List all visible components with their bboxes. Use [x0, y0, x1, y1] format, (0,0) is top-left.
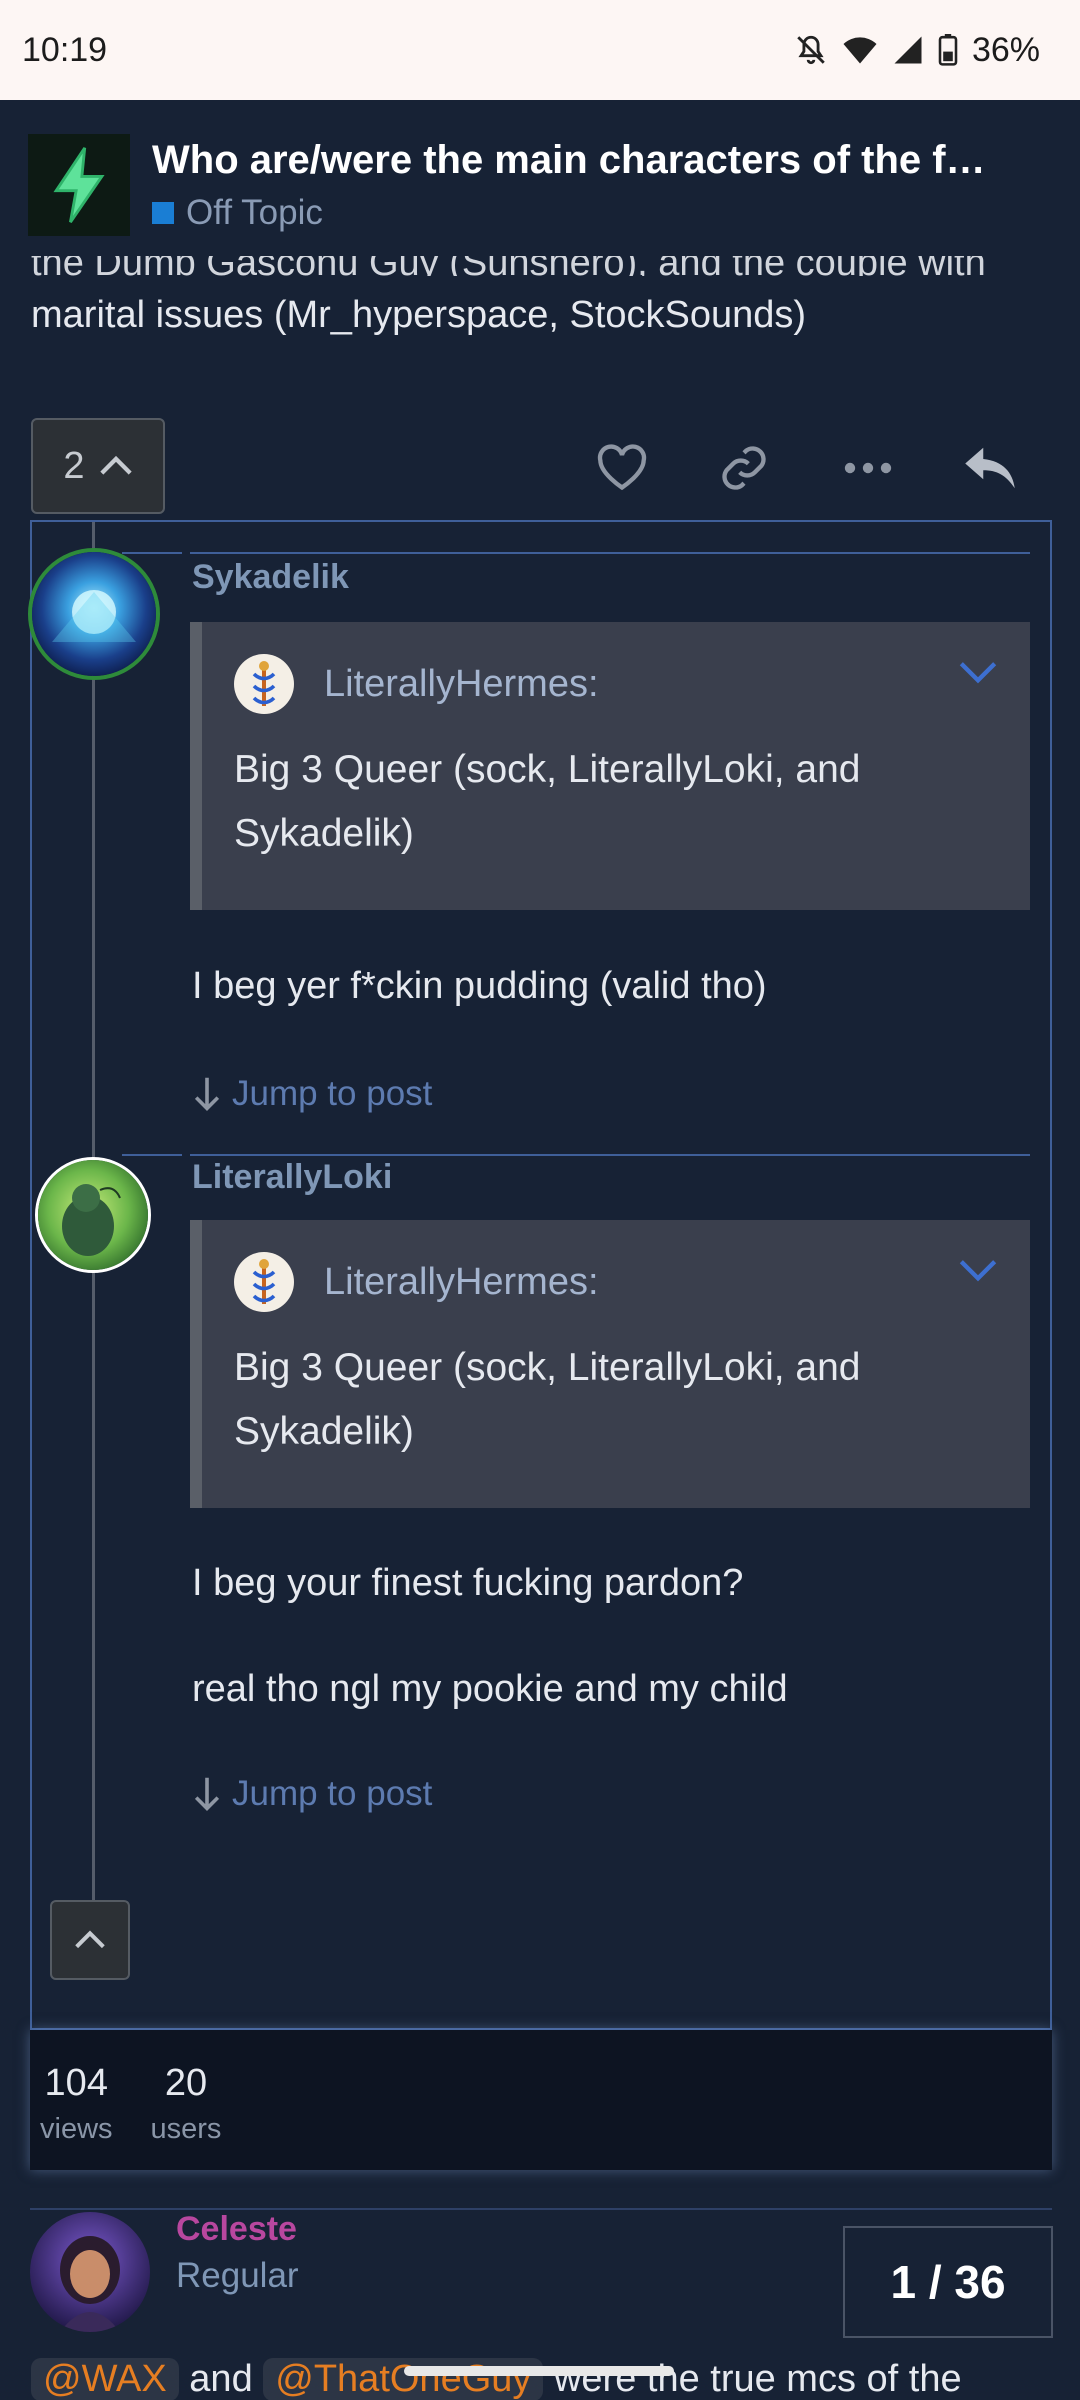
chevron-down-icon[interactable] — [958, 660, 998, 689]
caduceus-icon — [252, 661, 276, 706]
battery-percent: 36% — [971, 30, 1040, 69]
topic-info: Who are/were the main characters of the … — [152, 138, 1052, 233]
views-label: views — [40, 2113, 113, 2145]
category-color-square — [152, 201, 174, 224]
notifications-muted-icon — [794, 33, 828, 67]
jump-to-post-link[interactable]: Jump to post — [192, 1074, 432, 1114]
post-actions: 2 — [0, 418, 1080, 518]
chevron-down-icon[interactable] — [958, 1258, 998, 1287]
chevron-up-icon — [99, 455, 132, 475]
link-icon[interactable] — [716, 440, 772, 496]
arrow-down-icon — [194, 1777, 220, 1811]
user-title: Regular — [176, 2256, 299, 2295]
reply-paragraph: I beg yer f*ckin pudding (valid tho) — [192, 965, 767, 1007]
quote-username[interactable]: LiterallyHermes: — [324, 663, 599, 706]
quote-username[interactable]: LiterallyHermes: — [324, 1261, 599, 1304]
reply-paragraph: I beg your finest fucking pardon? — [192, 1562, 744, 1604]
topic-stats: 104 views 20 users — [30, 2030, 1052, 2170]
users-stat: 20 users — [151, 2062, 222, 2170]
jump-to-post-label: Jump to post — [232, 1774, 433, 1813]
avatar[interactable] — [35, 1157, 151, 1273]
quote-block: LiterallyHermes: Big 3 Queer (sock, Lite… — [190, 1220, 1030, 1508]
more-icon[interactable] — [840, 440, 896, 496]
collapse-replies-button[interactable] — [50, 1900, 130, 1980]
jump-to-post-label: Jump to post — [232, 1074, 433, 1113]
quote-avatar[interactable] — [234, 1252, 294, 1312]
users-label: users — [150, 2113, 222, 2145]
reply-username[interactable]: Sykadelik — [192, 558, 349, 597]
avatar[interactable] — [30, 2212, 150, 2332]
reply-divider-left — [122, 1154, 182, 1156]
quote-header: LiterallyHermes: — [202, 622, 1030, 714]
category-name: Off Topic — [186, 192, 323, 232]
post-username[interactable]: Celeste — [176, 2210, 297, 2249]
quote-avatar[interactable] — [234, 654, 294, 714]
status-icons: 36% — [794, 31, 1040, 70]
reply-username[interactable]: LiterallyLoki — [192, 1158, 392, 1197]
heart-icon[interactable] — [594, 440, 650, 496]
arrow-down-icon — [194, 1077, 220, 1111]
status-time: 10:19 — [22, 30, 108, 69]
chevron-up-icon — [75, 1930, 105, 1949]
caduceus-icon — [252, 1259, 276, 1304]
views-stat: 104 views — [40, 2062, 113, 2170]
views-count: 104 — [44, 2062, 108, 2104]
reply-divider-left — [122, 552, 182, 554]
quote-header: LiterallyHermes: — [202, 1220, 1030, 1312]
quote-text: Big 3 Queer (sock, LiterallyLoki, and Sy… — [234, 1346, 861, 1453]
previous-post-line: marital issues (Mr_hyperspace, StockSoun… — [31, 294, 807, 336]
reply-divider — [190, 1154, 1030, 1156]
reply-paragraph: real tho ngl my pookie and my child — [192, 1668, 788, 1710]
post-text-segment: and — [189, 2358, 253, 2400]
avatar[interactable] — [28, 548, 160, 680]
replies-toggle-button[interactable]: 2 — [31, 418, 165, 514]
category-badge[interactable]: Off Topic — [152, 193, 1052, 233]
quote-block: LiterallyHermes: Big 3 Queer (sock, Lite… — [190, 622, 1030, 910]
topic-title[interactable]: Who are/were the main characters of the … — [152, 138, 1052, 183]
users-count: 20 — [164, 2062, 208, 2104]
cell-signal-icon — [892, 35, 924, 65]
home-indicator[interactable] — [404, 2366, 674, 2376]
topic-progress[interactable]: 1 / 36 — [843, 2226, 1053, 2338]
replies-panel: Sykadelik LiterallyHermes: Big 3 Queer (… — [28, 520, 1052, 2030]
topic-header: Who are/were the main characters of the … — [0, 100, 1080, 270]
reply-count: 2 — [63, 444, 85, 487]
status-bar: 10:19 36% — [0, 0, 1080, 100]
mention-link[interactable]: @WAX — [31, 2358, 179, 2400]
mention-link[interactable]: @ThatOneGuy — [263, 2358, 544, 2400]
battery-icon — [938, 34, 958, 66]
reply-body: I beg yer f*ckin pudding (valid tho) — [192, 955, 767, 1017]
site-logo[interactable] — [28, 134, 130, 236]
previous-post-line: the Dumb Gasconu Guy (Sunshero), and the… — [31, 256, 1051, 276]
reply-divider — [190, 552, 1030, 554]
reply-icon[interactable] — [962, 440, 1018, 496]
wifi-icon — [842, 35, 878, 65]
post-text-segment: were the true mcs of the — [553, 2358, 962, 2400]
post-text: @WAX and @ThatOneGuy were the true mcs o… — [31, 2358, 962, 2400]
reply-body: I beg your finest fucking pardon? real t… — [192, 1552, 788, 1720]
lightning-icon — [53, 147, 105, 223]
jump-to-post-link[interactable]: Jump to post — [192, 1774, 432, 1814]
quote-text: Big 3 Queer (sock, LiterallyLoki, and Sy… — [234, 748, 861, 855]
previous-post-text: the Dumb Gasconu Guy (Sunshero), and the… — [31, 256, 1051, 346]
